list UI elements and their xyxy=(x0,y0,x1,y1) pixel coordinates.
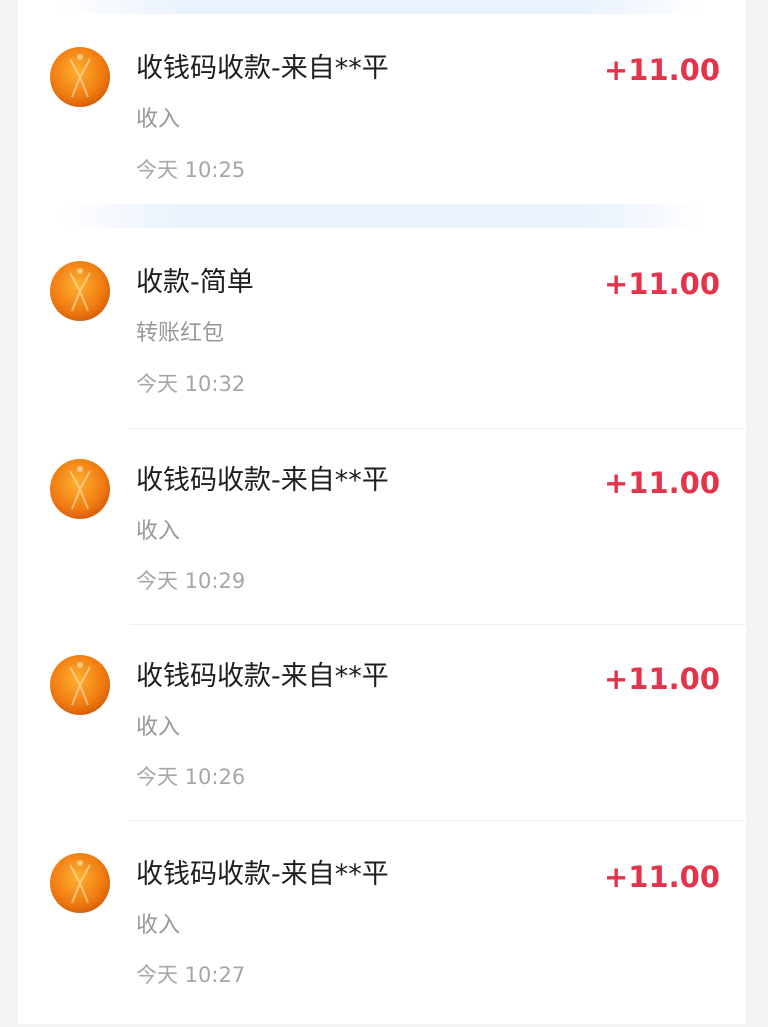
transaction-title: 收钱码收款-来自**平 xyxy=(136,661,389,692)
transaction-time: 今天 10:29 xyxy=(136,569,246,593)
highlight-divider xyxy=(58,0,708,14)
avatar-icon xyxy=(50,655,110,715)
transaction-row[interactable]: 收钱码收款-来自**平 收入 今天 10:26 +11.00 xyxy=(18,639,746,829)
transaction-amount: +11.00 xyxy=(603,662,720,696)
transaction-category: 收入 xyxy=(136,913,181,938)
transaction-title: 收钱码收款-来自**平 xyxy=(136,859,389,890)
row-divider xyxy=(130,820,746,821)
transaction-category: 转账红包 xyxy=(136,321,225,346)
transaction-row[interactable]: 收钱码收款-来自**平 收入 今天 10:29 +11.00 xyxy=(18,443,746,633)
transaction-amount: +11.00 xyxy=(603,53,720,87)
transaction-time: 今天 10:32 xyxy=(136,372,246,396)
transaction-category: 收入 xyxy=(136,519,181,544)
transaction-row[interactable]: 收钱码收款-来自**平 收入 今天 10:25 +11.00 xyxy=(18,30,746,220)
transaction-list: 收钱码收款-来自**平 收入 今天 10:25 +11.00 收款-简单 转账红… xyxy=(18,0,746,1024)
avatar-icon xyxy=(50,47,110,107)
transaction-time: 今天 10:27 xyxy=(136,963,246,987)
transaction-row[interactable]: 收钱码收款-来自**平 收入 今天 10:27 +11.00 xyxy=(18,837,746,1027)
transaction-time: 今天 10:25 xyxy=(136,158,246,182)
transaction-amount: +11.00 xyxy=(603,267,720,301)
transaction-title: 收款-简单 xyxy=(136,267,254,298)
avatar-icon xyxy=(50,853,110,913)
highlight-divider xyxy=(58,204,708,228)
transaction-amount: +11.00 xyxy=(603,466,720,500)
transaction-amount: +11.00 xyxy=(603,860,720,894)
transaction-title: 收钱码收款-来自**平 xyxy=(136,465,389,496)
transaction-category: 收入 xyxy=(136,715,181,740)
transaction-title: 收钱码收款-来自**平 xyxy=(136,53,389,84)
transaction-row[interactable]: 收款-简单 转账红包 今天 10:32 +11.00 xyxy=(18,244,746,434)
transaction-category: 收入 xyxy=(136,107,181,132)
transaction-time: 今天 10:26 xyxy=(136,765,246,789)
avatar-icon xyxy=(50,459,110,519)
row-divider xyxy=(130,624,746,625)
row-divider xyxy=(130,428,746,429)
avatar-icon xyxy=(50,261,110,321)
